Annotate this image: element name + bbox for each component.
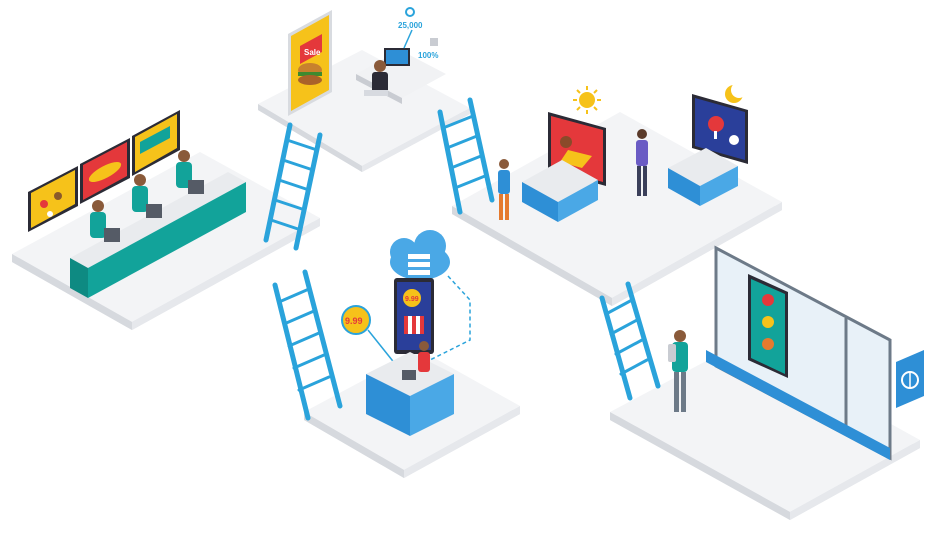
pizza-icon [896,350,924,408]
kpi-percent: 100% [418,51,438,60]
sun-icon [573,86,601,114]
poster-sale-text: Sale [304,48,321,57]
kpi-value: 25,000 [398,21,423,30]
price-badge: 9.99 [341,305,401,371]
pizza-menu-screen [748,274,788,378]
price-badge-text: 9.99 [345,316,363,326]
kiosk-screen-price: 9.99 [405,296,419,303]
kiosk-screen: 9.99 [394,278,434,354]
cloud-icon [390,230,450,280]
cloud-connection-line [429,275,471,361]
digital-signage-isometric-scene: Sale 25,000 100% 9.99 9.99 [12,7,924,520]
moon-icon [725,82,747,103]
ladder-icon [272,269,343,421]
